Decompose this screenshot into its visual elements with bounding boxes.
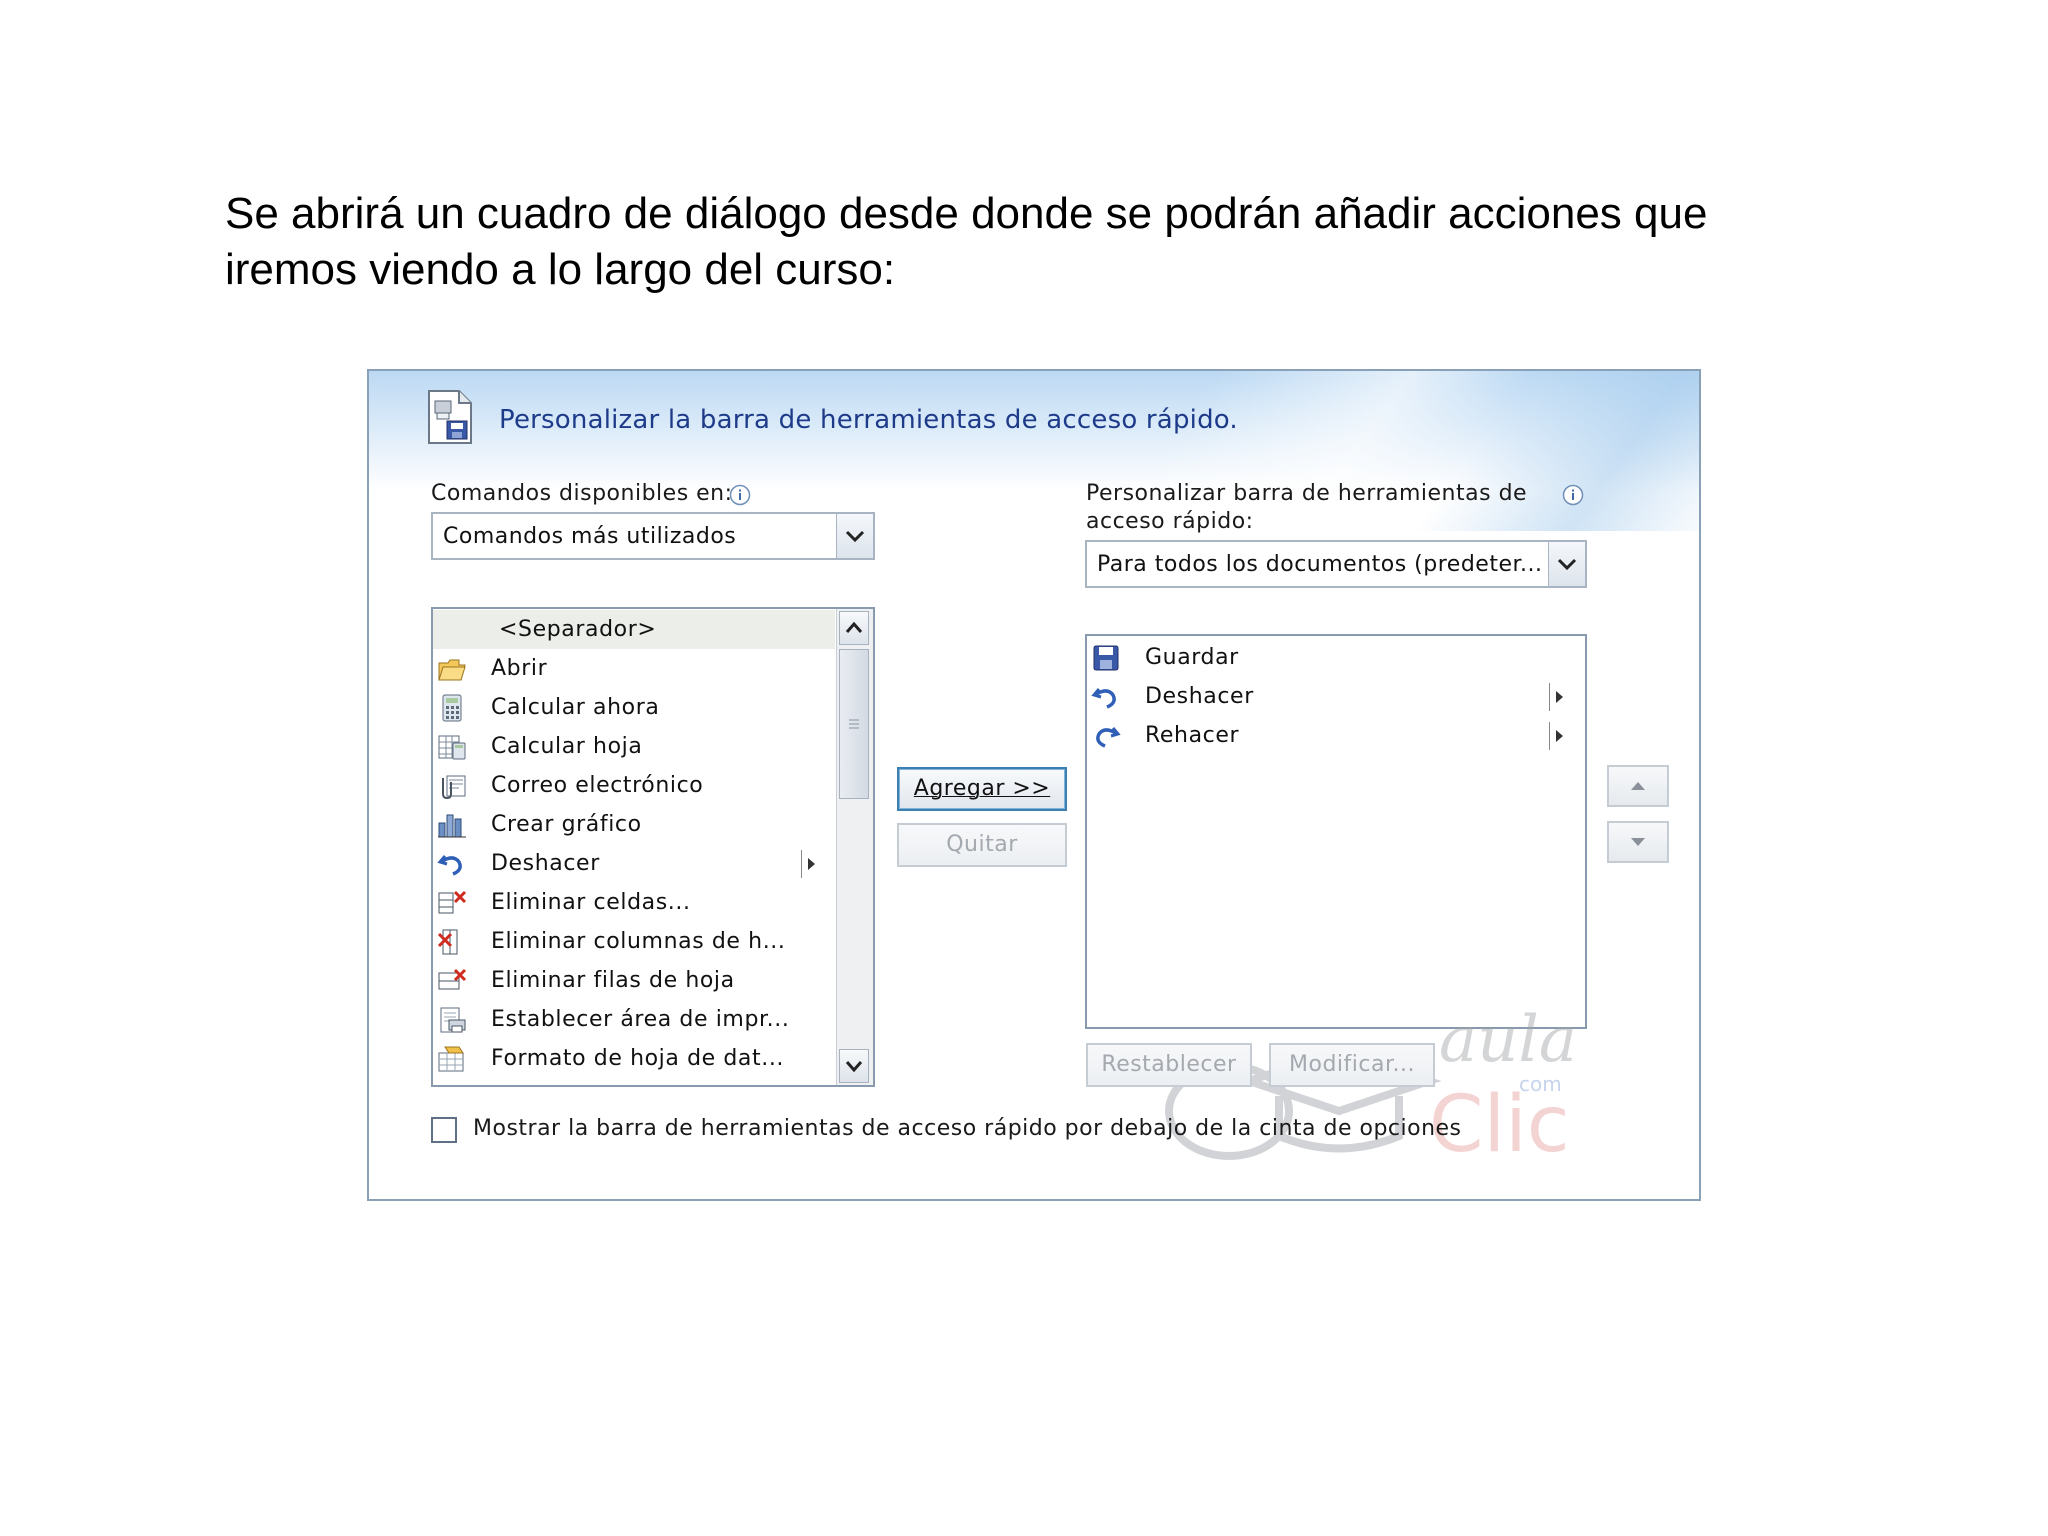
- remove-button-label: Quitar: [946, 832, 1018, 857]
- remove-button[interactable]: Quitar: [897, 823, 1067, 867]
- list-item[interactable]: Eliminar filas de hoja: [433, 961, 835, 1000]
- list-item-label: Crear gráfico: [491, 812, 642, 837]
- modify-button[interactable]: Modificar...: [1269, 1043, 1435, 1087]
- toolbar-commands-list[interactable]: Guardar Deshacer Rehacer: [1085, 634, 1587, 1029]
- list-item-label: Eliminar columnas de h...: [491, 929, 786, 954]
- list-item-label: Deshacer: [1145, 684, 1254, 709]
- customize-qat-dialog: Personalizar la barra de herramientas de…: [367, 369, 1701, 1201]
- toolbar-scope-dropdown[interactable]: Para todos los documentos (predeter...: [1085, 540, 1587, 588]
- scroll-up-button[interactable]: [839, 611, 869, 645]
- email-attach-icon: [437, 772, 467, 800]
- commands-source-dropdown[interactable]: Comandos más utilizados: [431, 512, 875, 560]
- customize-toolbar-label-1: Personalizar barra de herramientas de: [1086, 481, 1528, 506]
- list-item[interactable]: Crear gráfico: [433, 805, 835, 844]
- commands-available-label: Comandos disponibles en:: [431, 481, 733, 506]
- add-button[interactable]: Agregar >>: [897, 767, 1067, 811]
- commands-source-value: Comandos más utilizados: [443, 524, 737, 549]
- caption-line-2: iremos viendo a lo largo del curso:: [225, 245, 896, 294]
- customize-toolbar-label-2: acceso rápido:: [1086, 509, 1254, 534]
- list-item[interactable]: Calcular hoja: [433, 727, 835, 766]
- show-below-ribbon-checkbox[interactable]: [431, 1117, 457, 1143]
- available-commands-list[interactable]: <Separador> Abrir Calcular ahora Calcular h…: [431, 607, 875, 1087]
- list-item-label: Rehacer: [1145, 723, 1240, 748]
- caption-line-1: Se abrirá un cuadro de diálogo desde don…: [225, 189, 1708, 238]
- delete-columns-icon: [437, 928, 467, 956]
- arrow-down-icon: [1631, 838, 1645, 846]
- list-item-label: Guardar: [1145, 645, 1239, 670]
- submenu-arrow-icon[interactable]: [1549, 722, 1564, 750]
- sheet-calc-icon: [437, 733, 467, 761]
- list-item[interactable]: <Separador>: [433, 610, 835, 649]
- modify-button-label: Modificar...: [1289, 1052, 1415, 1077]
- toolbar-scope-value: Para todos los documentos (predeter...: [1097, 552, 1543, 577]
- dialog-title: Personalizar la barra de herramientas de…: [499, 405, 1238, 435]
- submenu-arrow-icon[interactable]: [1549, 683, 1564, 711]
- reset-button[interactable]: Restablecer: [1086, 1043, 1252, 1087]
- vertical-scrollbar[interactable]: [836, 609, 873, 1085]
- watermark-text-small: com: [1519, 1072, 1562, 1096]
- move-up-button[interactable]: [1607, 765, 1669, 807]
- delete-cells-icon: [437, 889, 467, 917]
- scroll-down-button[interactable]: [839, 1049, 869, 1083]
- info-icon: [1562, 484, 1584, 506]
- folder-open-icon: [437, 655, 467, 683]
- list-item[interactable]: Guardar: [1087, 638, 1583, 677]
- chevron-down-icon[interactable]: [1548, 542, 1585, 586]
- print-area-icon: [437, 1006, 467, 1034]
- list-item[interactable]: Deshacer: [1087, 677, 1583, 716]
- list-item-label: Eliminar filas de hoja: [491, 968, 735, 993]
- calculator-icon: [437, 694, 467, 722]
- slide-caption: Se abrirá un cuadro de diálogo desde don…: [225, 186, 1825, 298]
- submenu-arrow-icon[interactable]: [801, 850, 816, 878]
- list-item[interactable]: Eliminar celdas...: [433, 883, 835, 922]
- scrollbar-thumb[interactable]: [839, 649, 869, 799]
- list-item-label: Establecer área de impr...: [491, 1007, 790, 1032]
- info-icon: [729, 484, 751, 506]
- list-item-label: Correo electrónico: [491, 773, 704, 798]
- list-item[interactable]: Eliminar columnas de h...: [433, 922, 835, 961]
- list-item[interactable]: Establecer área de impr...: [433, 1000, 835, 1039]
- save-icon: [1091, 644, 1121, 672]
- list-item[interactable]: Formato de hoja de dat...: [433, 1039, 835, 1078]
- list-item[interactable]: Correo electrónico: [433, 766, 835, 805]
- undo-icon: [437, 850, 467, 878]
- list-item[interactable]: Deshacer: [433, 844, 835, 883]
- list-item-label: Calcular ahora: [491, 695, 660, 720]
- bar-chart-icon: [437, 811, 467, 839]
- arrow-up-icon: [1631, 782, 1645, 790]
- add-button-label: Agregar >>: [913, 776, 1051, 801]
- redo-icon: [1091, 722, 1121, 750]
- list-item-label: Eliminar celdas...: [491, 890, 691, 915]
- list-item[interactable]: Abrir: [433, 649, 835, 688]
- list-item[interactable]: Calcular ahora: [433, 688, 835, 727]
- list-item-label: Deshacer: [491, 851, 600, 876]
- list-item[interactable]: Rehacer: [1087, 716, 1583, 755]
- undo-icon: [1091, 683, 1121, 711]
- move-down-button[interactable]: [1607, 821, 1669, 863]
- qat-dialog-icon: [428, 390, 472, 444]
- chevron-down-icon[interactable]: [836, 514, 873, 558]
- delete-rows-icon: [437, 967, 467, 995]
- show-below-ribbon-label[interactable]: Mostrar la barra de herramientas de acce…: [473, 1116, 1462, 1141]
- list-item-label: Abrir: [491, 656, 548, 681]
- list-item-label: Formato de hoja de dat...: [491, 1046, 785, 1071]
- list-item-label: Calcular hoja: [491, 734, 643, 759]
- reset-button-label: Restablecer: [1101, 1052, 1237, 1077]
- format-sheet-icon: [437, 1045, 467, 1073]
- list-item-label: <Separador>: [499, 617, 657, 642]
